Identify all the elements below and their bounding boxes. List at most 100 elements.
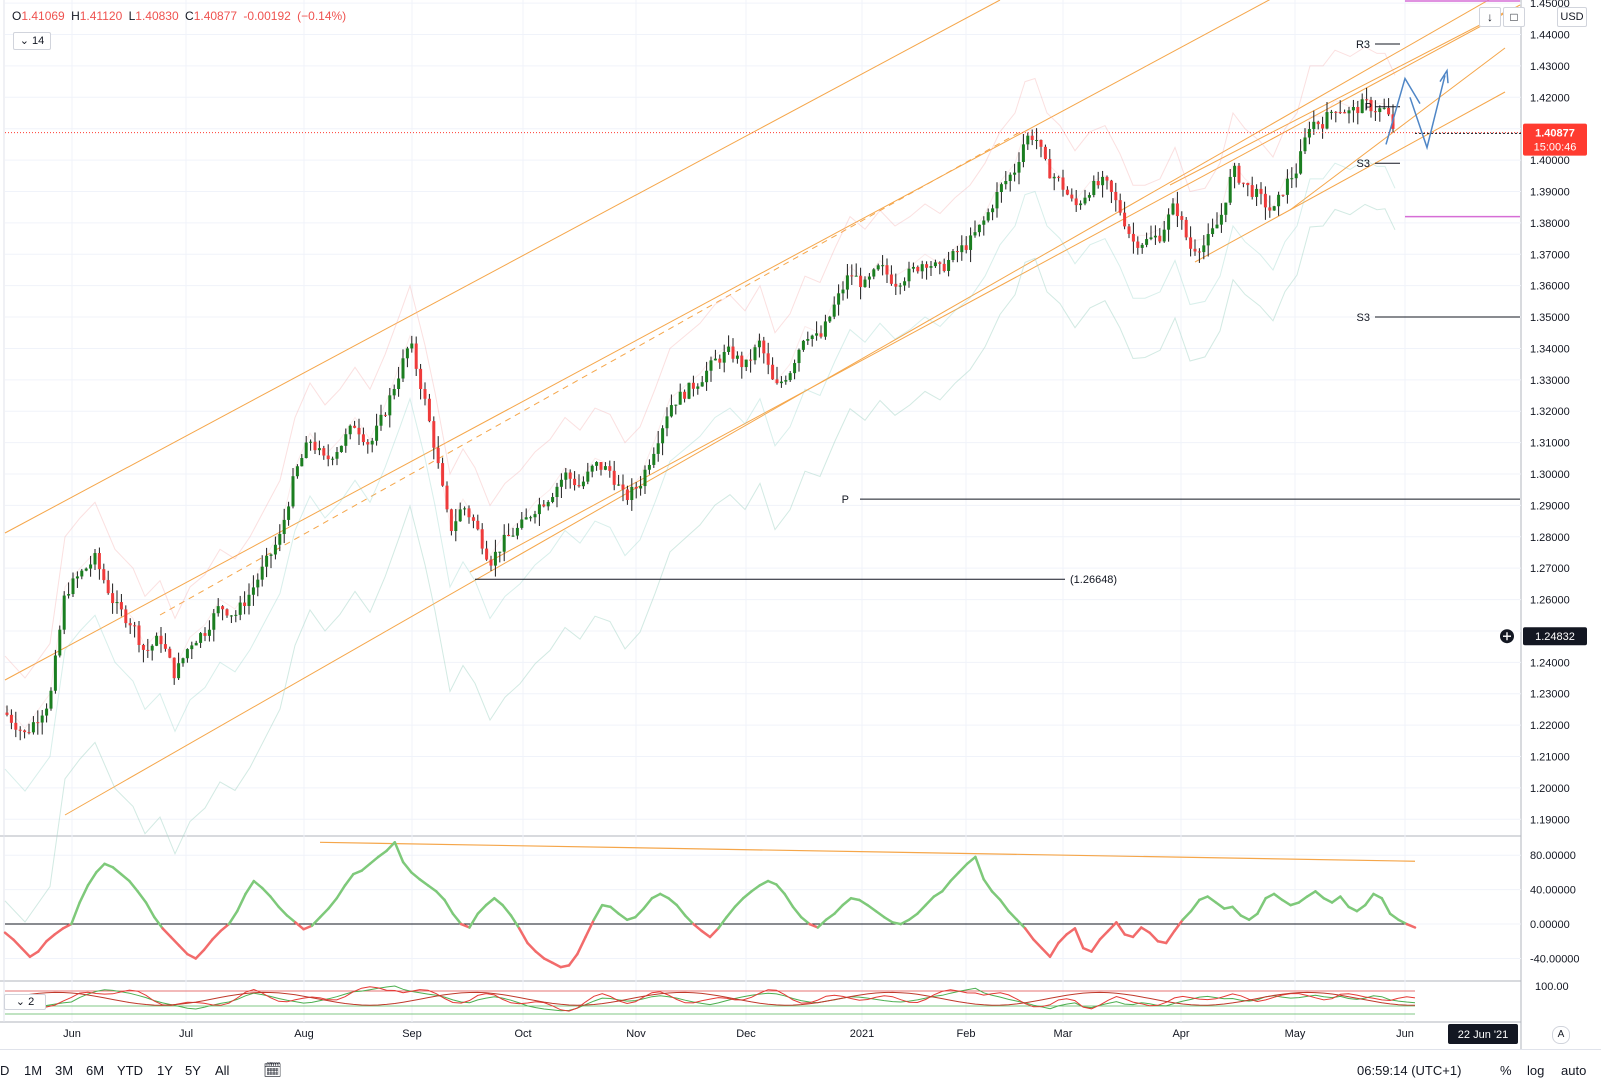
candle-body <box>1131 233 1135 242</box>
osc-segment <box>227 909 239 926</box>
candle-body <box>234 614 238 616</box>
osc-segment <box>609 905 621 915</box>
candle-body <box>265 555 269 567</box>
range-1y[interactable]: 1Y <box>157 1063 173 1078</box>
candle-body <box>1087 195 1091 198</box>
osc-y-tick-label: -40.00000 <box>1530 953 1580 965</box>
candle-body <box>339 445 343 453</box>
osc-segment <box>1388 912 1400 922</box>
current-price-value: 1.40877 <box>1535 128 1575 140</box>
indicator-2-selector[interactable]: ⌄ 2 <box>4 994 46 1010</box>
candle-body <box>889 274 893 284</box>
osc-segment <box>567 952 579 967</box>
osc-segment <box>1131 926 1143 939</box>
osc-segment <box>1040 946 1052 959</box>
osc-segment <box>1239 914 1251 922</box>
osc-segment <box>1289 901 1301 907</box>
chart-canvas[interactable]: R3PS3S3P(1.26648) 1.450001.440001.430001… <box>0 0 1601 1091</box>
candle-body <box>1285 178 1289 195</box>
range-all[interactable]: All <box>215 1063 229 1078</box>
auto-scale-toggle[interactable]: auto <box>1561 1063 1586 1078</box>
candle-body <box>229 615 233 617</box>
candle-body <box>801 340 805 350</box>
percent-scale-toggle[interactable]: % <box>1500 1063 1512 1078</box>
candle-body <box>313 441 317 451</box>
candle-body <box>111 593 115 604</box>
candle-body <box>80 570 84 577</box>
candle-body <box>1263 193 1267 208</box>
candle-body <box>656 443 660 454</box>
candle-body <box>815 333 819 336</box>
candle-body <box>929 266 933 268</box>
osc-segment <box>974 855 985 881</box>
candle-body <box>1114 191 1118 201</box>
candle-body <box>1241 182 1245 184</box>
candle-body <box>841 289 845 294</box>
candle-body <box>89 564 93 569</box>
candle-body <box>771 364 775 380</box>
candle-body <box>859 275 863 288</box>
change-value: -0.00192 <box>243 9 291 23</box>
log-scale-toggle[interactable]: log <box>1527 1063 1544 1078</box>
candle-body <box>243 602 247 606</box>
auto-scale-button[interactable]: A <box>1552 1026 1570 1044</box>
candle-body <box>1008 174 1012 181</box>
candle-body <box>590 465 594 472</box>
candle-body <box>911 266 915 269</box>
interval-selector[interactable]: ⌄ 14 <box>13 32 51 50</box>
range-6m[interactable]: 6M <box>86 1063 104 1078</box>
candle-body <box>282 519 286 535</box>
candle-body <box>137 625 141 645</box>
range-1d[interactable]: D <box>0 1063 9 1078</box>
crosshair-price-value: 1.24832 <box>1535 631 1575 643</box>
osc-y-tick-label: 40.00000 <box>1530 885 1576 897</box>
candle-body <box>986 212 990 221</box>
candle-body <box>696 386 700 389</box>
y-tick-label: 1.31000 <box>1530 438 1570 450</box>
fullscreen-icon[interactable]: □ <box>1503 7 1525 27</box>
osc-segment <box>1363 892 1375 907</box>
candle-body <box>1299 151 1303 174</box>
range-5y[interactable]: 5Y <box>185 1063 201 1078</box>
osc-segment <box>393 841 405 864</box>
candle-body <box>278 534 282 545</box>
x-tick-label: Sep <box>402 1028 422 1040</box>
candle-body <box>1325 112 1329 129</box>
candle-body <box>40 715 44 723</box>
candle-body <box>1149 237 1153 240</box>
osc-segment <box>376 849 388 859</box>
candle-body <box>916 266 920 272</box>
candle-body <box>331 458 335 460</box>
clock-readout[interactable]: 06:59:14 (UTC+1) <box>1357 1063 1461 1078</box>
channel-median-dashed <box>159 131 1021 616</box>
candle-body <box>955 251 959 253</box>
candle-body <box>423 389 427 399</box>
osc-segment <box>949 871 961 883</box>
range-ytd[interactable]: YTD <box>117 1063 143 1078</box>
candle-body <box>1338 112 1342 114</box>
pivot-p-long-label: P <box>842 494 849 506</box>
currency-label[interactable]: USD <box>1557 7 1587 27</box>
candle-body <box>485 548 489 560</box>
download-icon[interactable]: ↓ <box>1479 7 1501 27</box>
range-3m[interactable]: 3M <box>55 1063 73 1078</box>
candle-body <box>247 594 251 606</box>
candle-body <box>520 519 524 528</box>
candle-body <box>1237 165 1241 183</box>
candle-body <box>845 275 849 290</box>
candle-body <box>1290 178 1294 180</box>
osc-segment <box>874 909 886 919</box>
osc-segment <box>559 964 571 969</box>
candle-body <box>705 370 709 383</box>
y-tick-label: 1.19000 <box>1530 814 1570 826</box>
osc-segment <box>459 922 471 929</box>
range-1m[interactable]: 1M <box>24 1063 42 1078</box>
calendar-range-icon[interactable]: 🗓 <box>263 1061 282 1079</box>
candle-body <box>357 427 361 435</box>
candle-body <box>172 657 176 679</box>
bottom-toolbar: D 1M 3M 6M YTD 1Y 5Y All 🗓 06:59:14 (UTC… <box>0 1049 1601 1092</box>
osc-segment <box>294 921 305 931</box>
candle-body <box>199 633 203 643</box>
osc-segment <box>1198 895 1209 902</box>
osc-segment <box>501 903 513 917</box>
